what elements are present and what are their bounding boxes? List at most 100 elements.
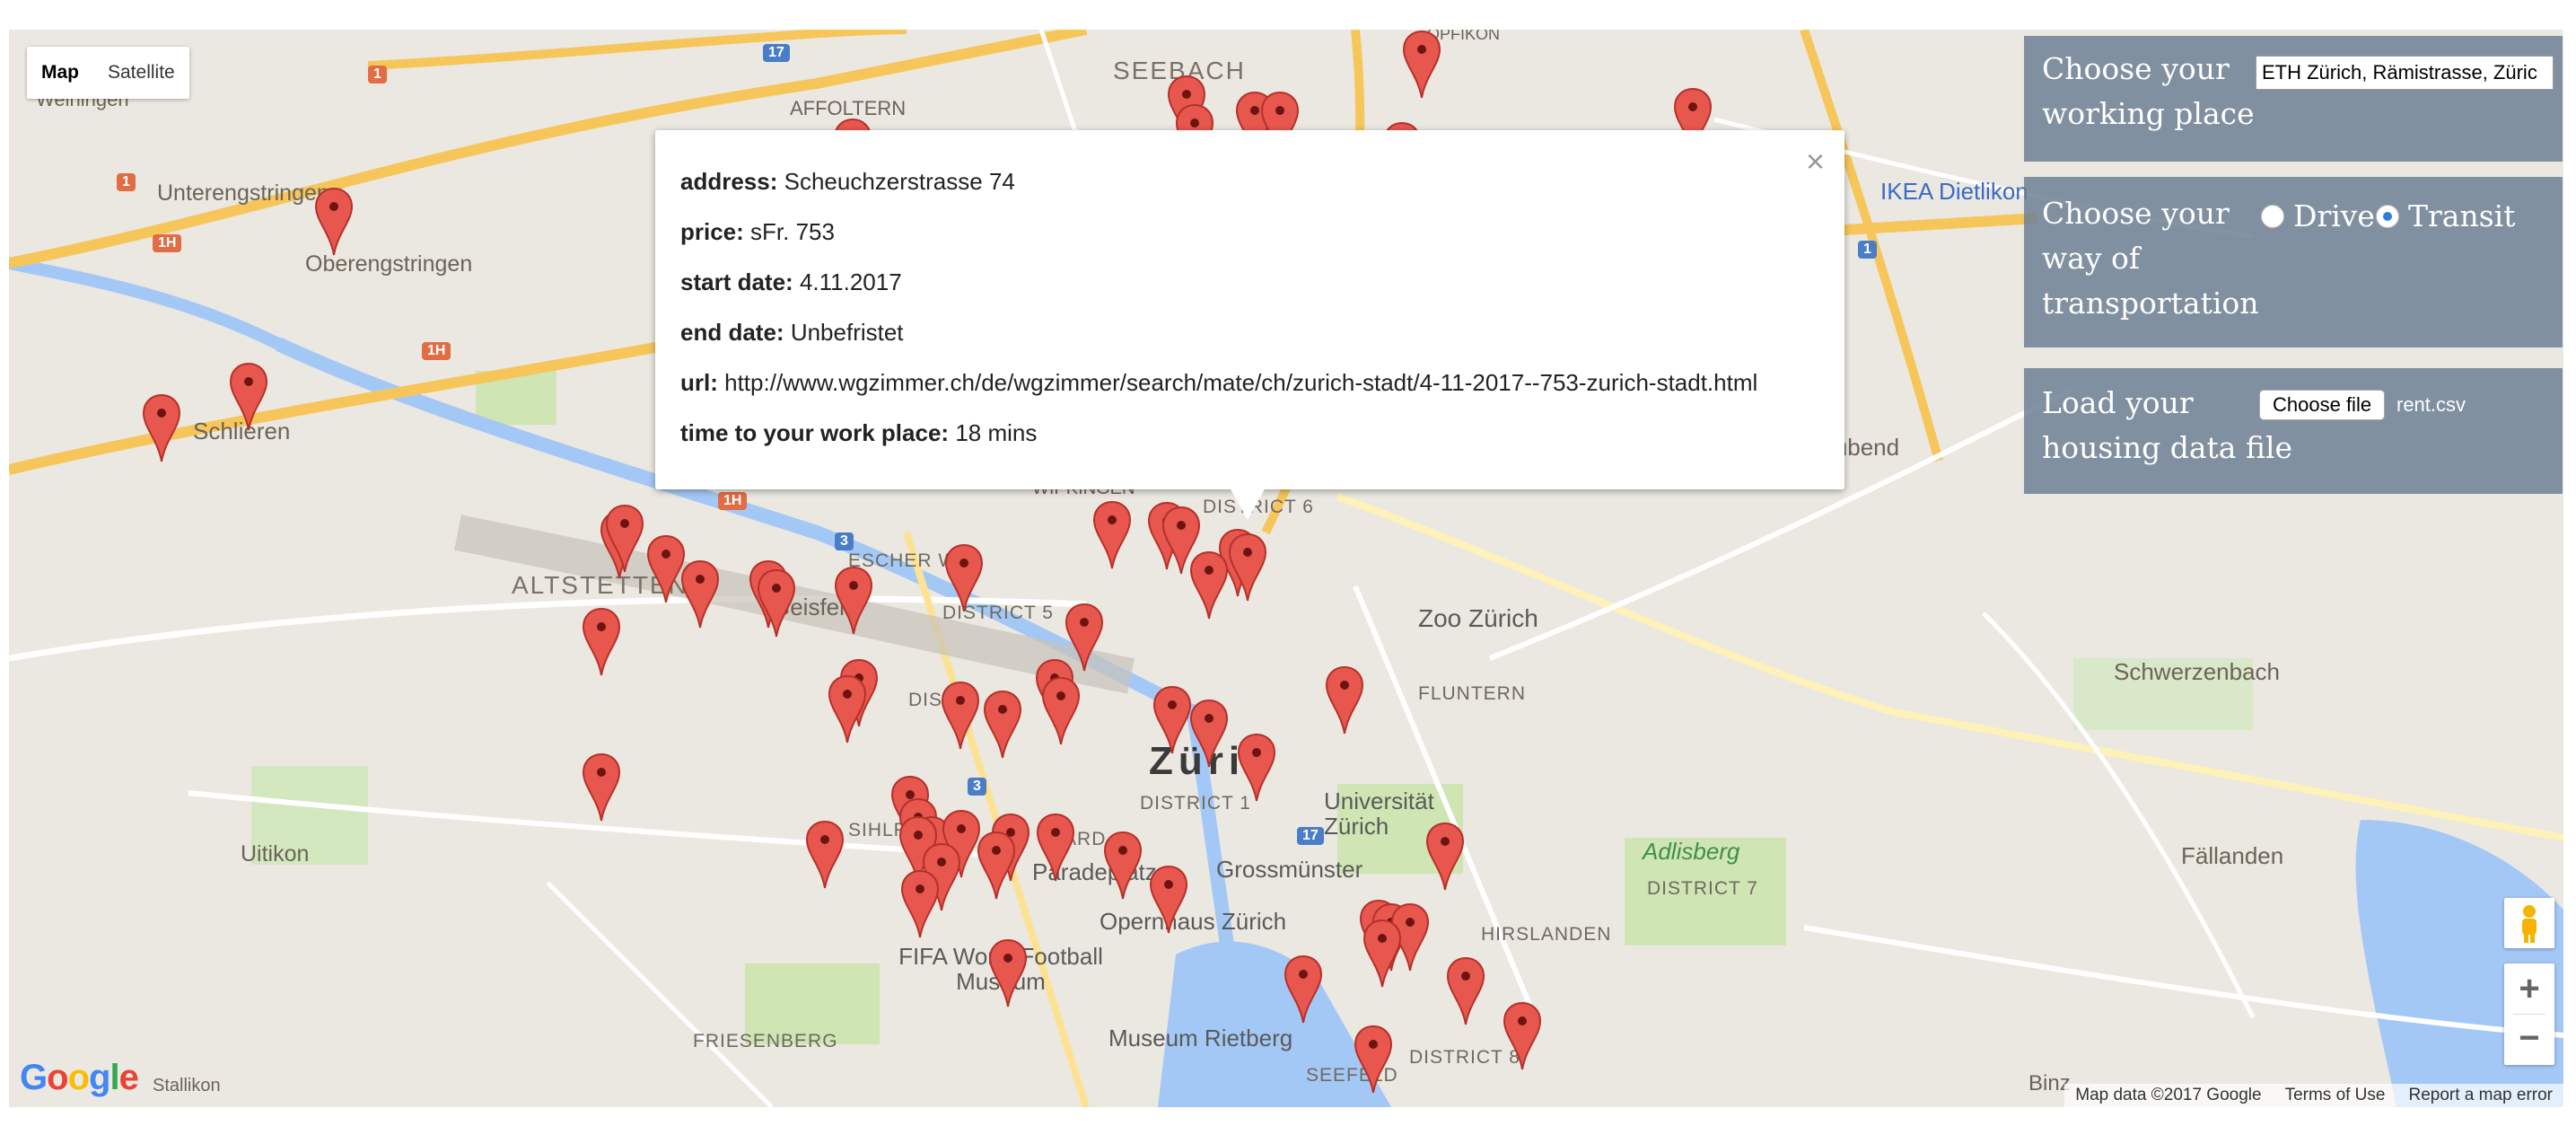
pegman-button[interactable] <box>2504 898 2554 948</box>
map-type-control[interactable]: Map Satellite <box>27 47 189 99</box>
marker-pin-icon <box>314 187 354 256</box>
map-type-satellite-button[interactable]: Satellite <box>93 47 189 99</box>
load-file-title-1: Load your <box>2042 385 2194 420</box>
map-marker[interactable] <box>680 559 720 629</box>
map-marker[interactable] <box>988 938 1028 1008</box>
map-marker[interactable] <box>1041 676 1081 746</box>
marker-pin-icon <box>1152 685 1192 754</box>
work-place-title-2: working place <box>2042 96 2255 131</box>
drive-radio-dot[interactable] <box>2261 204 2284 228</box>
road-shield: 1 <box>1858 241 1877 259</box>
info-address: address: Scheuchzerstrasse 74 <box>680 168 1015 195</box>
label-zoo: Zoo Zürich <box>1418 604 1538 632</box>
marker-pin-icon <box>1036 813 1075 882</box>
map-marker[interactable] <box>900 869 940 939</box>
marker-pin-icon <box>828 674 867 743</box>
map-marker[interactable] <box>1362 919 1402 989</box>
highway-shield: 1H <box>718 492 748 510</box>
drive-label: Drive <box>2293 198 2375 233</box>
map-marker[interactable] <box>828 674 867 744</box>
marker-pin-icon <box>900 869 940 938</box>
marker-pin-icon <box>1092 500 1132 569</box>
zoom-out-icon[interactable]: − <box>2504 1015 2554 1065</box>
marker-pin-icon <box>1149 865 1188 934</box>
marker-pin-icon <box>1189 550 1229 620</box>
map-marker[interactable] <box>1036 813 1075 883</box>
info-window: × address: Scheuchzerstrasse 74 price: s… <box>655 130 1844 489</box>
drive-radio[interactable]: Drive <box>2261 198 2375 233</box>
marker-pin-icon <box>142 393 181 462</box>
map-marker[interactable] <box>1446 956 1485 1026</box>
map-marker[interactable] <box>1354 1025 1393 1095</box>
marker-pin-icon <box>1325 665 1364 735</box>
map-marker[interactable] <box>1237 733 1276 803</box>
map-marker[interactable] <box>941 681 980 751</box>
map-marker[interactable] <box>1325 665 1364 735</box>
map-marker[interactable] <box>582 752 621 823</box>
zoom-control: + − <box>2504 963 2554 1065</box>
work-place-input[interactable] <box>2256 56 2554 90</box>
map-marker[interactable] <box>1425 822 1465 892</box>
marker-pin-icon <box>1041 676 1081 745</box>
map-marker[interactable] <box>834 566 873 636</box>
marker-pin-icon <box>1425 822 1465 891</box>
map-marker[interactable] <box>605 504 644 574</box>
map-marker[interactable] <box>1152 685 1192 755</box>
transport-title-2: way of <box>2042 241 2141 276</box>
marker-pin-icon <box>1284 954 1323 1024</box>
road-shield: 3 <box>968 778 986 796</box>
info-url-link[interactable]: http://www.wgzimmer.ch/de/wgzimmer/searc… <box>724 369 1757 396</box>
map-marker[interactable] <box>977 831 1016 901</box>
transit-radio[interactable]: Transit <box>2376 198 2515 233</box>
map-marker[interactable] <box>1189 699 1229 769</box>
label-fallanden: Fällanden <box>2181 842 2284 869</box>
marker-pin-icon <box>941 681 980 750</box>
zoom-in-icon[interactable]: + <box>2504 963 2554 1014</box>
label-opernhaus: Opernhaus Zürich <box>1100 908 1287 935</box>
close-icon[interactable]: × <box>1806 143 1825 180</box>
road-shield: 3 <box>835 532 854 550</box>
label-stallikon: Stallikon <box>153 1076 221 1095</box>
pegman-icon <box>2522 905 2537 943</box>
map-type-map-button[interactable]: Map <box>27 47 93 99</box>
map-marker[interactable] <box>582 607 621 677</box>
label-ikea: IKEA Dietlikon <box>1880 178 2028 205</box>
road-shield: 17 <box>763 44 790 62</box>
map-marker[interactable] <box>314 187 354 257</box>
report-error-link[interactable]: Report a map error <box>2408 1086 2553 1105</box>
map-data-attribution: Map data ©2017 Google <box>2075 1086 2262 1104</box>
map-marker[interactable] <box>142 393 181 463</box>
map-marker[interactable] <box>757 568 796 638</box>
marker-pin-icon <box>805 820 845 889</box>
marker-pin-icon <box>582 752 621 822</box>
map-marker[interactable] <box>805 820 845 890</box>
map-marker[interactable] <box>944 543 984 613</box>
highway-shield: 1 <box>117 173 136 191</box>
label-hirslanden: HIRSLANDEN <box>1481 924 1612 945</box>
map-marker[interactable] <box>1103 831 1143 901</box>
work-place-panel: Choose your working place <box>2024 36 2563 162</box>
marker-pin-icon <box>977 831 1016 900</box>
transit-radio-dot[interactable] <box>2376 204 2399 228</box>
map-marker[interactable] <box>1092 500 1132 570</box>
marker-pin-icon <box>944 543 984 612</box>
marker-pin-icon <box>1362 919 1402 988</box>
info-price: price: sFr. 753 <box>680 218 835 245</box>
map-marker[interactable] <box>1503 1001 1542 1071</box>
map-marker[interactable] <box>1065 603 1104 673</box>
map-marker[interactable] <box>1284 954 1323 1025</box>
marker-pin-icon <box>1237 733 1276 802</box>
marker-pin-icon <box>757 568 796 638</box>
label-schwerzenbach: Schwerzenbach <box>2114 658 2280 685</box>
transport-title-3: transportation <box>2042 286 2259 321</box>
map-marker[interactable] <box>983 690 1022 760</box>
map-marker[interactable] <box>1189 550 1229 620</box>
map-marker[interactable] <box>1149 865 1188 935</box>
marker-pin-icon <box>582 607 621 676</box>
map-marker[interactable] <box>1228 532 1267 603</box>
road-shield: 17 <box>1297 827 1324 845</box>
terms-link[interactable]: Terms of Use <box>2285 1086 2386 1105</box>
map-marker[interactable] <box>229 362 268 432</box>
choose-file-button[interactable]: Choose file <box>2259 390 2386 420</box>
map-marker[interactable] <box>1402 30 1441 100</box>
